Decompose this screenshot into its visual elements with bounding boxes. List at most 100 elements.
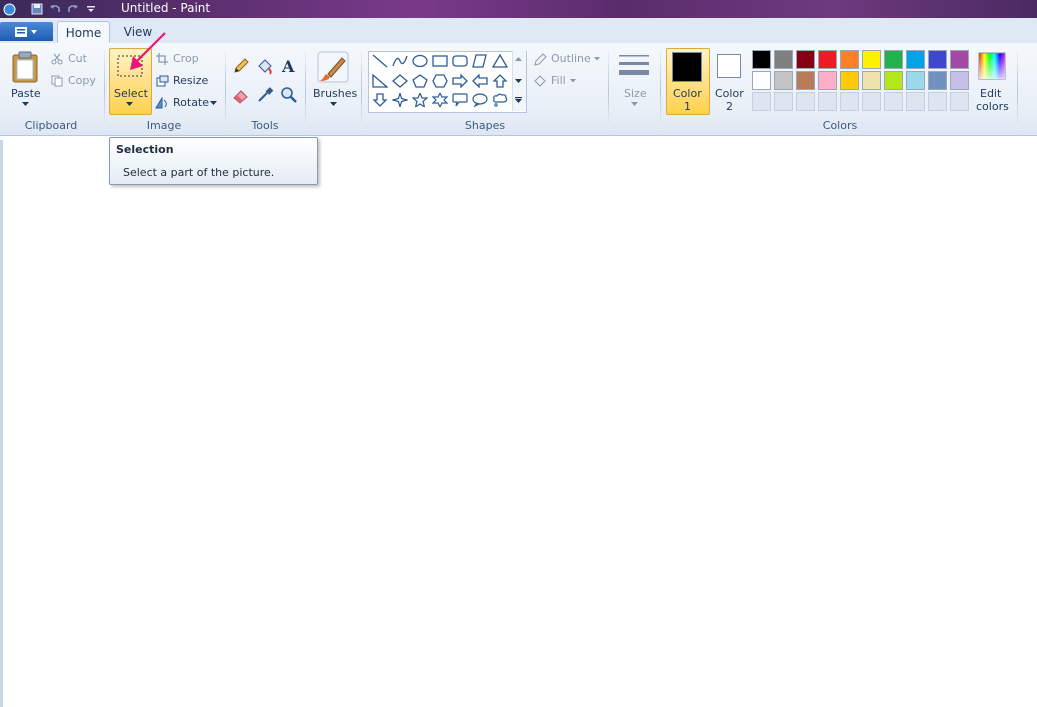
edit-colors-label-line1[interactable]: Edit [980,87,1001,100]
size-lines-icon[interactable] [617,51,651,81]
palette-color-swatch[interactable] [906,71,925,90]
custom-color-slot[interactable] [796,92,815,111]
outline-dropdown-icon[interactable] [593,56,600,61]
size-dropdown-icon[interactable] [630,101,638,107]
custom-color-slot[interactable] [950,92,969,111]
paste-icon[interactable] [9,50,41,84]
five-point-star-shape-icon[interactable] [410,91,429,109]
six-point-star-shape-icon[interactable] [430,91,449,109]
text-tool-icon[interactable]: A [279,56,299,76]
four-point-star-shape-icon[interactable] [390,91,409,109]
down-arrow-shape-icon[interactable] [370,91,389,109]
polygon-shape-icon[interactable] [470,52,489,70]
right-arrow-shape-icon[interactable] [450,72,469,90]
palette-color-swatch[interactable] [884,71,903,90]
custom-color-slot[interactable] [884,92,903,111]
palette-color-swatch[interactable] [818,50,837,69]
palette-color-swatch[interactable] [884,50,903,69]
fill-icon[interactable] [532,73,548,87]
brushes-dropdown-icon[interactable] [329,101,337,107]
resize-label[interactable]: Resize [173,74,208,87]
curve-shape-icon[interactable] [390,52,409,70]
up-arrow-shape-icon[interactable] [490,72,509,90]
resize-icon[interactable] [155,74,169,88]
edit-colors-icon[interactable] [977,51,1007,81]
copy-icon[interactable] [50,74,64,88]
palette-color-swatch[interactable] [862,50,881,69]
magnifier-icon[interactable] [279,85,299,105]
palette-color-swatch[interactable] [950,71,969,90]
cut-label[interactable]: Cut [68,52,87,65]
custom-color-slot[interactable] [774,92,793,111]
line-shape-icon[interactable] [370,52,389,70]
color-picker-icon[interactable] [255,85,275,105]
rounded-callout-shape-icon[interactable] [450,91,469,109]
fill-dropdown-icon[interactable] [569,78,576,83]
palette-color-swatch[interactable] [862,71,881,90]
palette-color-swatch[interactable] [840,50,859,69]
left-arrow-shape-icon[interactable] [470,72,489,90]
scroll-up-icon[interactable] [514,56,523,62]
paint-menu-button[interactable] [0,22,53,41]
custom-color-slot[interactable] [862,92,881,111]
redo-icon[interactable] [66,2,80,16]
pencil-icon[interactable] [231,56,251,76]
color-2-label[interactable]: Color [715,87,744,100]
expand-gallery-icon[interactable] [514,96,523,104]
paste-dropdown-icon[interactable] [21,101,29,107]
palette-color-swatch[interactable] [796,50,815,69]
oval-shape-icon[interactable] [410,52,429,70]
scroll-down-icon[interactable] [514,78,523,84]
oval-callout-shape-icon[interactable] [470,91,489,109]
hexagon-shape-icon[interactable] [430,72,449,90]
eraser-icon[interactable] [231,85,251,105]
palette-color-swatch[interactable] [752,71,771,90]
edit-colors-label-line2[interactable]: colors [976,100,1009,113]
diamond-shape-icon[interactable] [390,72,409,90]
color-1-label[interactable]: Color [673,87,702,100]
crop-label[interactable]: Crop [173,52,199,65]
tab-home[interactable]: Home [57,21,110,44]
select-dropdown-icon[interactable] [125,101,133,107]
palette-color-swatch[interactable] [928,71,947,90]
pentagon-shape-icon[interactable] [410,72,429,90]
brushes-label[interactable]: Brushes [313,87,357,100]
palette-color-swatch[interactable] [752,50,771,69]
undo-icon[interactable] [48,2,62,16]
brushes-icon[interactable] [315,50,351,84]
palette-color-swatch[interactable] [774,71,793,90]
palette-color-swatch[interactable] [928,50,947,69]
rounded-rectangle-shape-icon[interactable] [450,52,469,70]
cut-icon[interactable] [50,52,64,66]
rotate-icon[interactable] [155,96,169,110]
custom-color-slot[interactable] [752,92,771,111]
rectangle-shape-icon[interactable] [430,52,449,70]
rotate-dropdown-icon[interactable] [209,100,217,106]
palette-color-swatch[interactable] [818,71,837,90]
custom-color-slot[interactable] [818,92,837,111]
triangle-shape-icon[interactable] [490,52,509,70]
custom-color-slot[interactable] [906,92,925,111]
rotate-label[interactable]: Rotate [173,96,209,109]
palette-color-swatch[interactable] [840,71,859,90]
size-label[interactable]: Size [624,87,647,100]
fill-label[interactable]: Fill [551,74,566,87]
paste-label[interactable]: Paste [11,87,41,100]
custom-color-slot[interactable] [928,92,947,111]
outline-label[interactable]: Outline [551,52,591,65]
customize-qat-icon[interactable] [84,2,98,16]
color-2-swatch[interactable] [717,54,741,78]
save-icon[interactable] [30,2,44,16]
paint-app-icon[interactable] [2,2,16,16]
copy-label[interactable]: Copy [68,74,96,87]
fill-with-color-icon[interactable] [255,56,275,76]
cloud-callout-shape-icon[interactable] [490,91,509,109]
outline-icon[interactable] [532,52,548,66]
select-label[interactable]: Select [114,87,148,100]
palette-color-swatch[interactable] [950,50,969,69]
palette-color-swatch[interactable] [906,50,925,69]
palette-color-swatch[interactable] [796,71,815,90]
palette-color-swatch[interactable] [774,50,793,69]
custom-color-slot[interactable] [840,92,859,111]
right-triangle-shape-icon[interactable] [370,72,389,90]
